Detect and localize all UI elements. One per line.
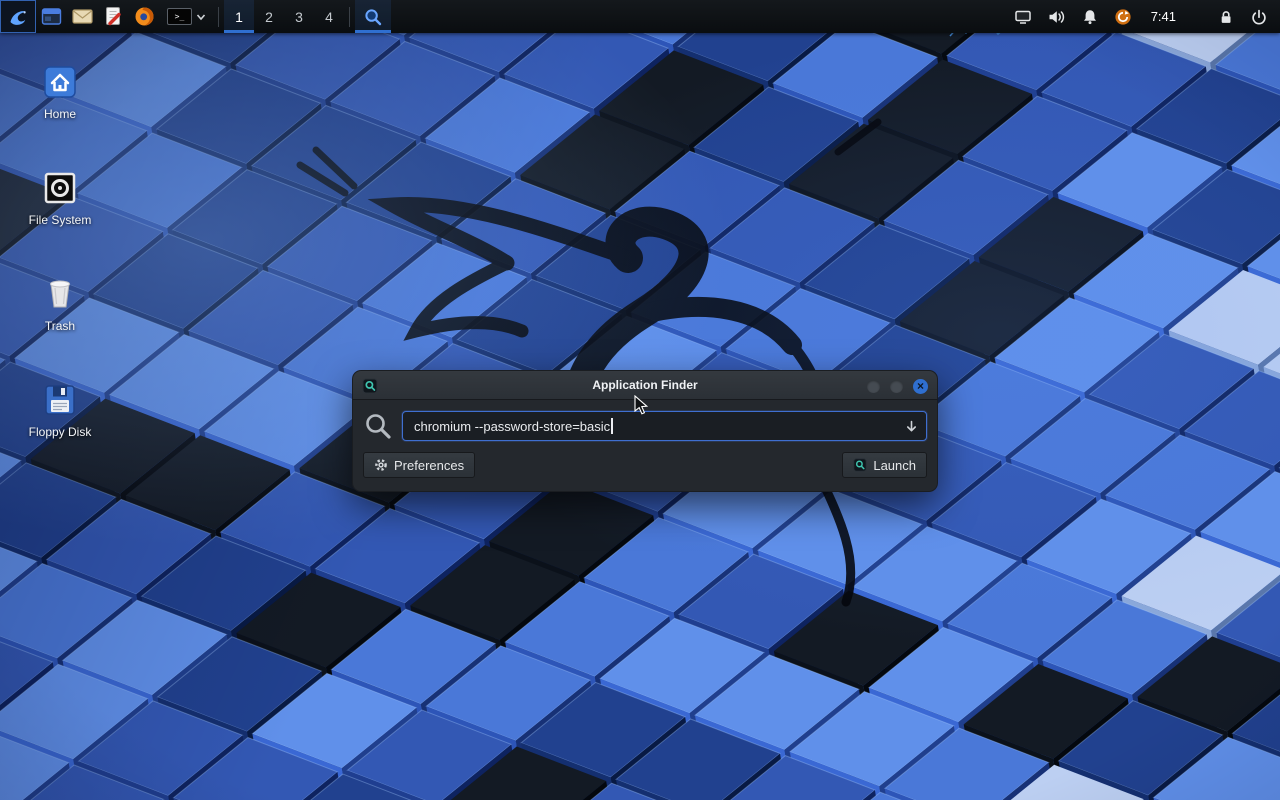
terminal-selector[interactable]: >_ <box>160 0 213 33</box>
desktop-icon-label: File System <box>29 213 92 227</box>
desktop-icon-home[interactable]: Home <box>12 64 108 121</box>
titlebar[interactable]: Application Finder × <box>352 370 938 400</box>
application-finder-icon <box>362 378 378 394</box>
desktop-icon-label: Home <box>44 107 76 121</box>
volume-icon[interactable] <box>1047 8 1066 26</box>
firefox-icon <box>134 6 155 27</box>
panel-separator <box>218 7 219 27</box>
window-title: Application Finder <box>353 378 937 392</box>
desktop-icon-file-system[interactable]: File System <box>12 170 108 227</box>
workspace-3[interactable]: 3 <box>284 0 314 33</box>
power-icon[interactable] <box>1250 8 1268 26</box>
desktop-icon-trash[interactable]: Trash <box>12 276 108 333</box>
chevron-down-icon <box>196 13 206 21</box>
close-button[interactable]: × <box>913 379 928 394</box>
firefox-launcher[interactable] <box>129 0 160 33</box>
text-editor-launcher[interactable] <box>98 0 129 33</box>
application-finder-icon <box>853 458 867 472</box>
panel-separator <box>349 7 350 27</box>
session-controls <box>1217 8 1268 26</box>
workspace-4[interactable]: 4 <box>314 0 344 33</box>
kali-logo-icon <box>7 6 29 28</box>
text-caret <box>611 418 613 434</box>
file-system-icon <box>42 170 78 206</box>
clock[interactable]: 7:41 <box>1151 9 1176 24</box>
top-panel: >_ 1 2 3 4 7:41 <box>0 0 1280 33</box>
command-input[interactable]: chromium --password-store=basic <box>402 411 927 441</box>
workspace-2[interactable]: 2 <box>254 0 284 33</box>
dialog-body: chromium --password-store=basic Preferen… <box>352 400 938 492</box>
gear-icon <box>374 458 388 472</box>
display-icon[interactable] <box>1014 8 1032 26</box>
arrow-down-icon[interactable] <box>904 419 919 434</box>
application-finder-icon <box>364 8 382 26</box>
updates-icon[interactable] <box>1114 8 1132 26</box>
text-editor-icon <box>104 6 123 27</box>
folder-launcher[interactable] <box>67 0 98 33</box>
close-icon: × <box>917 380 924 392</box>
minimize-button[interactable] <box>867 380 880 393</box>
file-manager-launcher[interactable] <box>36 0 67 33</box>
terminal-icon: >_ <box>167 8 192 25</box>
notifications-icon[interactable] <box>1081 8 1099 26</box>
lock-icon[interactable] <box>1217 8 1235 26</box>
window-controls: × <box>867 371 928 401</box>
application-finder-window: Application Finder × chromium --password… <box>352 370 938 492</box>
desktop-icon-label: Trash <box>45 319 75 333</box>
home-icon <box>42 64 78 100</box>
search-icon <box>363 411 393 441</box>
system-tray: 7:41 <box>1014 0 1280 33</box>
workspace-1[interactable]: 1 <box>224 0 254 33</box>
floppy-disk-icon <box>42 382 78 418</box>
folder-icon <box>72 8 93 25</box>
taskbar-application-finder[interactable] <box>355 0 391 33</box>
command-text: chromium --password-store=basic <box>414 419 610 434</box>
launch-button[interactable]: Launch <box>842 452 927 478</box>
desktop-icon-floppy-disk[interactable]: Floppy Disk <box>12 382 108 439</box>
maximize-button[interactable] <box>890 380 903 393</box>
desktop-icon-label: Floppy Disk <box>29 425 92 439</box>
file-manager-icon <box>41 7 62 26</box>
preferences-button[interactable]: Preferences <box>363 452 475 478</box>
applications-menu-button[interactable] <box>0 0 36 33</box>
trash-icon <box>42 276 78 312</box>
